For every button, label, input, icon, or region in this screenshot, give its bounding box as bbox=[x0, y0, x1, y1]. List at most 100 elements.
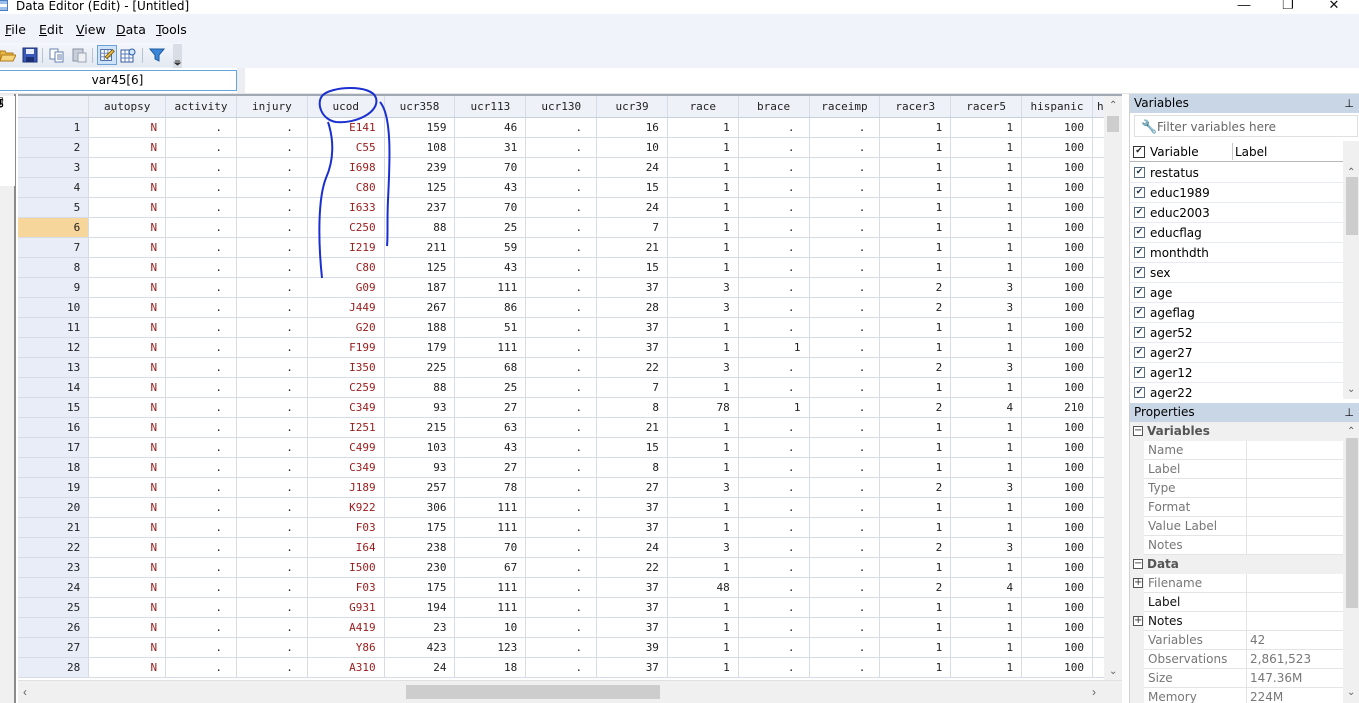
properties-scrollbar[interactable]: ⌃ ⌄ bbox=[1343, 422, 1359, 703]
cell-ucod[interactable]: C80 bbox=[307, 177, 385, 198]
menu-edit[interactable]: Edit bbox=[39, 22, 63, 37]
cell-racer3[interactable]: 2 bbox=[879, 577, 952, 598]
cell-autopsy[interactable]: N bbox=[88, 577, 167, 598]
cell-ucr130[interactable]: . bbox=[525, 417, 598, 438]
cell-ucr358[interactable]: 93 bbox=[384, 397, 456, 418]
cell-brace[interactable]: . bbox=[738, 157, 810, 178]
cell-racer5[interactable]: 3 bbox=[950, 537, 1023, 558]
cell-ucod[interactable]: C80 bbox=[307, 257, 385, 278]
cell-ucr39[interactable]: 37 bbox=[596, 277, 668, 298]
variable-checkbox[interactable]: ✔ bbox=[1134, 247, 1145, 258]
cell-racer5[interactable]: 1 bbox=[950, 657, 1023, 678]
cell-ucod[interactable]: C349 bbox=[307, 457, 385, 478]
column-header-autopsy[interactable]: autopsy bbox=[88, 96, 167, 118]
cell-ucr39[interactable]: 22 bbox=[596, 557, 668, 578]
cell-racer3[interactable]: 1 bbox=[879, 237, 952, 258]
cell-raceimp[interactable]: . bbox=[809, 637, 881, 658]
cell-raceimp[interactable]: . bbox=[809, 537, 881, 558]
cell-injury[interactable]: . bbox=[236, 157, 308, 178]
property-row[interactable]: Type bbox=[1130, 479, 1343, 498]
cell-ucr39[interactable]: 24 bbox=[596, 537, 668, 558]
row-number[interactable]: 7 bbox=[18, 237, 90, 258]
cell-activity[interactable]: . bbox=[165, 197, 237, 218]
cell-hispanic[interactable]: 100 bbox=[1021, 417, 1093, 438]
row-number[interactable]: 4 bbox=[18, 177, 90, 198]
cell-racer5[interactable]: 1 bbox=[950, 417, 1023, 438]
cell-ucr113[interactable]: 18 bbox=[454, 657, 527, 678]
cell-racer3[interactable]: 1 bbox=[879, 197, 952, 218]
cell-ucr130[interactable]: . bbox=[525, 517, 598, 538]
cell-racer3[interactable]: 1 bbox=[879, 337, 952, 358]
menu-data[interactable]: Data bbox=[116, 22, 146, 37]
cell-ucr358[interactable]: 175 bbox=[384, 517, 456, 538]
cell-autopsy[interactable]: N bbox=[88, 177, 167, 198]
cell-ucod[interactable]: J449 bbox=[307, 297, 385, 318]
cell-race[interactable]: 1 bbox=[667, 557, 739, 578]
cell-hispanic[interactable]: 100 bbox=[1021, 257, 1093, 278]
cell-ucod[interactable]: I219 bbox=[307, 237, 385, 258]
properties-scroll-thumb[interactable] bbox=[1346, 438, 1358, 608]
cell-activity[interactable]: . bbox=[165, 317, 237, 338]
expand-icon[interactable]: + bbox=[1133, 616, 1143, 626]
variable-checkbox[interactable]: ✔ bbox=[1134, 227, 1145, 238]
property-row[interactable]: Label bbox=[1130, 593, 1343, 612]
cell-hispanic[interactable]: 100 bbox=[1021, 137, 1093, 158]
cell-activity[interactable]: . bbox=[165, 137, 237, 158]
cell-injury[interactable]: . bbox=[236, 297, 308, 318]
cell-hispanic[interactable]: 100 bbox=[1021, 457, 1093, 478]
cell-ucod[interactable]: I350 bbox=[307, 357, 385, 378]
cell-injury[interactable]: . bbox=[236, 357, 308, 378]
cell-race[interactable]: 1 bbox=[667, 177, 739, 198]
cell-autopsy[interactable]: N bbox=[88, 137, 167, 158]
row-number[interactable]: 17 bbox=[18, 437, 90, 458]
cell-ucod[interactable]: E141 bbox=[307, 117, 385, 138]
variable-list-item[interactable]: ✔ monthdth bbox=[1130, 243, 1343, 263]
cell-hispanic[interactable]: 100 bbox=[1021, 557, 1093, 578]
cell-ucr39[interactable]: 7 bbox=[596, 377, 668, 398]
cell-autopsy[interactable]: N bbox=[88, 437, 167, 458]
property-value[interactable]: 42 bbox=[1250, 633, 1265, 647]
cell-autopsy[interactable]: N bbox=[88, 377, 167, 398]
cell-hispanic[interactable]: 100 bbox=[1021, 597, 1093, 618]
cell-racer5[interactable]: 3 bbox=[950, 477, 1023, 498]
cell-autopsy[interactable]: N bbox=[88, 257, 167, 278]
minimize-button[interactable]: — bbox=[1221, 0, 1267, 13]
cell-activity[interactable]: . bbox=[165, 457, 237, 478]
cell-racer3[interactable]: 2 bbox=[879, 477, 952, 498]
cell-racer3[interactable]: 1 bbox=[879, 457, 952, 478]
row-number[interactable]: 21 bbox=[18, 517, 90, 538]
cell-racer3[interactable]: 2 bbox=[879, 277, 952, 298]
variable-list-item[interactable]: ✔ educ1989 bbox=[1130, 183, 1343, 203]
cell-autopsy[interactable]: N bbox=[88, 477, 167, 498]
cell-ucr358[interactable]: 225 bbox=[384, 357, 456, 378]
cell-hispanic[interactable]: 100 bbox=[1021, 317, 1093, 338]
cell-activity[interactable]: . bbox=[165, 437, 237, 458]
property-row[interactable]: Size 147.36M bbox=[1130, 669, 1343, 688]
cell-racer3[interactable]: 2 bbox=[879, 297, 952, 318]
cell-race[interactable]: 1 bbox=[667, 237, 739, 258]
column-header-racer5[interactable]: racer5 bbox=[950, 96, 1023, 118]
cell-activity[interactable]: . bbox=[165, 537, 237, 558]
cell-ucr130[interactable]: . bbox=[525, 557, 598, 578]
cell-ucr358[interactable]: 239 bbox=[384, 157, 456, 178]
cell-ucr39[interactable]: 37 bbox=[596, 497, 668, 518]
cell-race[interactable]: 1 bbox=[667, 217, 739, 238]
cell-raceimp[interactable]: . bbox=[809, 137, 881, 158]
paste-icon[interactable] bbox=[71, 47, 87, 63]
cell-ucr113[interactable]: 43 bbox=[454, 437, 527, 458]
scroll-left-icon[interactable]: ‹ bbox=[23, 685, 27, 699]
cell-race[interactable]: 3 bbox=[667, 297, 739, 318]
cell-ucr358[interactable]: 188 bbox=[384, 317, 456, 338]
cell-ucod[interactable]: G931 bbox=[307, 597, 385, 618]
cell-activity[interactable]: . bbox=[165, 517, 237, 538]
cell-autopsy[interactable]: N bbox=[88, 537, 167, 558]
cell-racer3[interactable]: 1 bbox=[879, 617, 952, 638]
row-number[interactable]: 19 bbox=[18, 477, 90, 498]
cell-ucr358[interactable]: 237 bbox=[384, 197, 456, 218]
cell-raceimp[interactable]: . bbox=[809, 577, 881, 598]
cell-activity[interactable]: . bbox=[165, 557, 237, 578]
cell-brace[interactable]: . bbox=[738, 197, 810, 218]
cell-ucr113[interactable]: 51 bbox=[454, 317, 527, 338]
cell-race[interactable]: 1 bbox=[667, 437, 739, 458]
column-header-ucr130[interactable]: ucr130 bbox=[525, 96, 598, 118]
